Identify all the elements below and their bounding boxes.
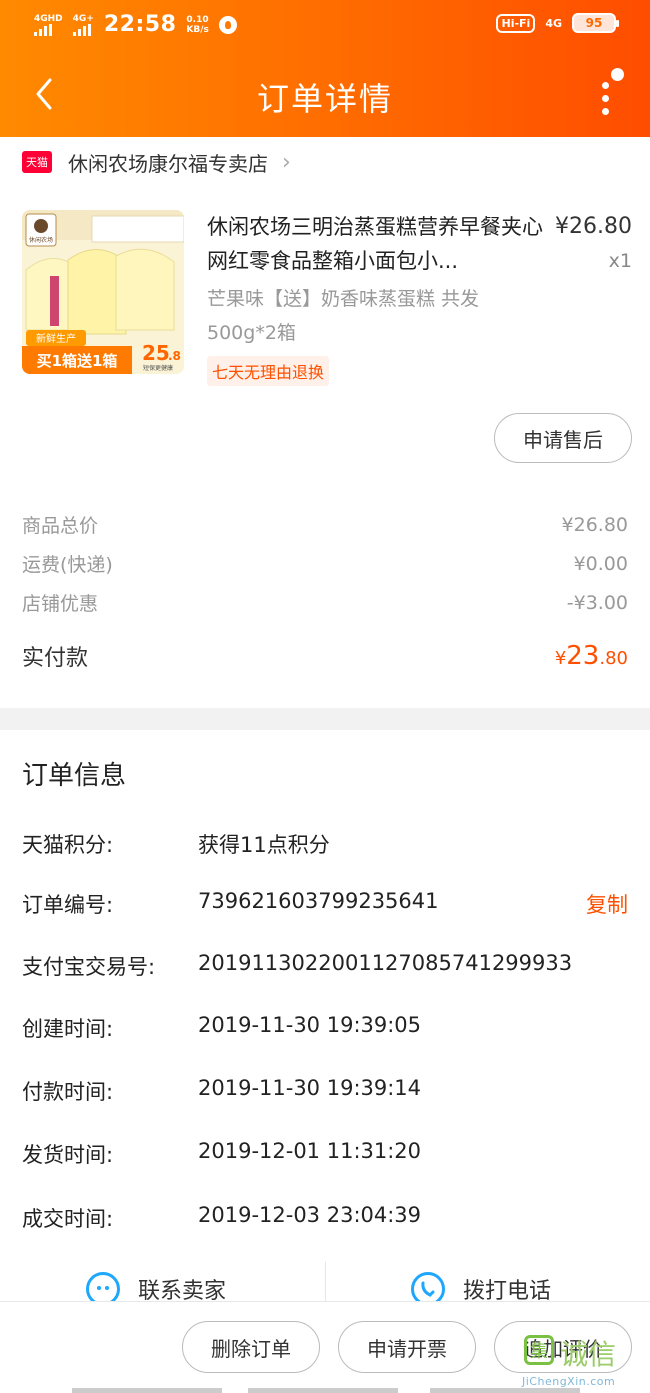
product-quantity: x1 bbox=[608, 250, 632, 272]
return-policy-tag: 七天无理由退换 bbox=[207, 356, 330, 386]
chevron-right-icon: › bbox=[282, 149, 291, 175]
watermark-url: JiChengXin.com bbox=[522, 1375, 616, 1388]
clock: 22:58 bbox=[103, 12, 177, 37]
system-nav-bar bbox=[72, 1388, 222, 1393]
net-speed-value: 0.10 bbox=[186, 14, 209, 25]
sim1-label: 4GHD bbox=[34, 13, 63, 24]
product-spec: 芒果味【送】奶香味蒸蛋糕 共发500g*2箱 bbox=[207, 288, 480, 344]
notification-dot-icon bbox=[611, 68, 624, 81]
hifi-badge: Hi-Fi bbox=[496, 13, 536, 33]
product-title[interactable]: 休闲农场三明治蒸蛋糕营养早餐夹心网红零食品整箱小面包小... bbox=[207, 210, 547, 278]
delete-order-button[interactable]: 删除订单 bbox=[182, 1321, 320, 1373]
order-info-title: 订单信息 bbox=[22, 761, 127, 791]
info-label: 支付宝交易号: bbox=[22, 955, 156, 979]
status-bar: 4GHD 4G+ 22:58 0.10 KB/s Hi-Fi 4G 95 bbox=[0, 0, 650, 52]
summary-row: 店铺优惠 -¥3.00 bbox=[22, 583, 628, 622]
signal-bars-icon bbox=[34, 23, 52, 36]
info-value: 2019-11-30 19:39:05 bbox=[198, 1013, 422, 1037]
paid-amount: ¥23.80 bbox=[555, 641, 628, 671]
paid-amount-row: 实付款 ¥23.80 bbox=[22, 640, 628, 672]
order-number[interactable]: 739621603799235641 bbox=[198, 889, 439, 913]
request-invoice-button[interactable]: 申请开票 bbox=[338, 1321, 476, 1373]
info-label: 创建时间: bbox=[22, 1017, 114, 1041]
section-divider bbox=[0, 708, 650, 730]
summary-value: ¥0.00 bbox=[573, 552, 628, 575]
paid-amount-decimal: .80 bbox=[599, 648, 628, 669]
signal-sim1: 4GHD bbox=[34, 14, 63, 36]
more-dot-icon bbox=[602, 82, 609, 89]
network-type: 4G bbox=[545, 16, 562, 30]
summary-value: ¥26.80 bbox=[561, 513, 628, 536]
flame-icon bbox=[218, 15, 237, 34]
tmall-badge: 天猫 bbox=[22, 151, 52, 173]
more-button[interactable] bbox=[594, 68, 624, 118]
currency-symbol: ¥ bbox=[554, 648, 567, 669]
watermark-logo: 集 诚信 JiChengXin.com bbox=[522, 1335, 640, 1389]
signal-bars-icon bbox=[72, 23, 91, 36]
svg-text:25: 25 bbox=[142, 341, 170, 365]
summary-value: -¥3.00 bbox=[566, 591, 628, 614]
info-label: 付款时间: bbox=[22, 1080, 114, 1104]
info-label: 发货时间: bbox=[22, 1143, 114, 1167]
order-info: 订单信息 天猫积分: 获得11点积分 订单编号: 739621603799235… bbox=[22, 755, 628, 1231]
svg-text:.8: .8 bbox=[168, 349, 181, 363]
product-item[interactable]: 休闲农场 新鲜生产 买1箱送1箱 25 .8 短保更健康 休闲农场三明治蒸蛋糕营… bbox=[22, 210, 632, 386]
more-dot-icon bbox=[602, 95, 609, 102]
page-title: 订单详情 bbox=[256, 80, 393, 118]
paid-label: 实付款 bbox=[22, 646, 89, 671]
svg-text:买1箱送1箱: 买1箱送1箱 bbox=[37, 352, 118, 370]
net-speed-unit: KB/s bbox=[186, 24, 209, 35]
copy-button[interactable]: 复制 bbox=[586, 889, 628, 919]
product-image: 休闲农场 新鲜生产 买1箱送1箱 25 .8 短保更健康 bbox=[22, 210, 184, 374]
summary-row: 商品总价 ¥26.80 bbox=[22, 505, 628, 544]
info-value: 获得11点积分 bbox=[198, 833, 330, 857]
app-header: 4GHD 4G+ 22:58 0.10 KB/s Hi-Fi 4G 95 订单详… bbox=[0, 0, 650, 137]
sim2-label: 4G+ bbox=[72, 13, 94, 24]
summary-label: 店铺优惠 bbox=[22, 593, 99, 615]
signal-sim2: 4G+ bbox=[72, 13, 94, 36]
product-thumbnail[interactable]: 休闲农场 新鲜生产 买1箱送1箱 25 .8 短保更健康 bbox=[22, 210, 184, 374]
after-sale-button[interactable]: 申请售后 bbox=[494, 413, 632, 463]
svg-text:新鲜生产: 新鲜生产 bbox=[36, 332, 76, 345]
store-name: 休闲农场康尔福专卖店 bbox=[68, 151, 268, 176]
product-price: ¥26.80 bbox=[555, 214, 632, 239]
summary-label: 商品总价 bbox=[22, 515, 99, 537]
more-dot-icon bbox=[602, 108, 609, 115]
store-link[interactable]: 天猫 休闲农场康尔福专卖店 › bbox=[0, 137, 650, 187]
info-label: 成交时间: bbox=[22, 1207, 114, 1231]
watermark-text: 诚信 bbox=[560, 1338, 617, 1371]
contact-bar: 联系卖家 拨打电话 bbox=[0, 1262, 650, 1306]
price-summary: 商品总价 ¥26.80 运费(快递) ¥0.00 店铺优惠 -¥3.00 bbox=[22, 505, 628, 622]
info-value: 2019-12-01 11:31:20 bbox=[198, 1139, 422, 1163]
battery-icon: 95 bbox=[572, 13, 619, 33]
summary-row: 运费(快递) ¥0.00 bbox=[22, 544, 628, 583]
summary-label: 运费(快递) bbox=[22, 554, 113, 576]
svg-text:休闲农场: 休闲农场 bbox=[29, 236, 53, 244]
info-label: 订单编号: bbox=[22, 893, 114, 917]
info-value: 2019-12-03 23:04:39 bbox=[198, 1203, 422, 1227]
paid-amount-integer: 23 bbox=[566, 641, 600, 671]
info-value: 2019113022001127085741299933 bbox=[198, 951, 573, 975]
svg-text:短保更健康: 短保更健康 bbox=[143, 364, 173, 372]
contact-divider bbox=[325, 1262, 326, 1302]
info-label: 天猫积分: bbox=[22, 833, 114, 857]
system-nav-bar bbox=[248, 1388, 398, 1393]
net-speed: 0.10 KB/s bbox=[186, 15, 208, 35]
info-value: 2019-11-30 19:39:14 bbox=[198, 1076, 422, 1100]
watermark-mark: 集 bbox=[524, 1335, 554, 1365]
